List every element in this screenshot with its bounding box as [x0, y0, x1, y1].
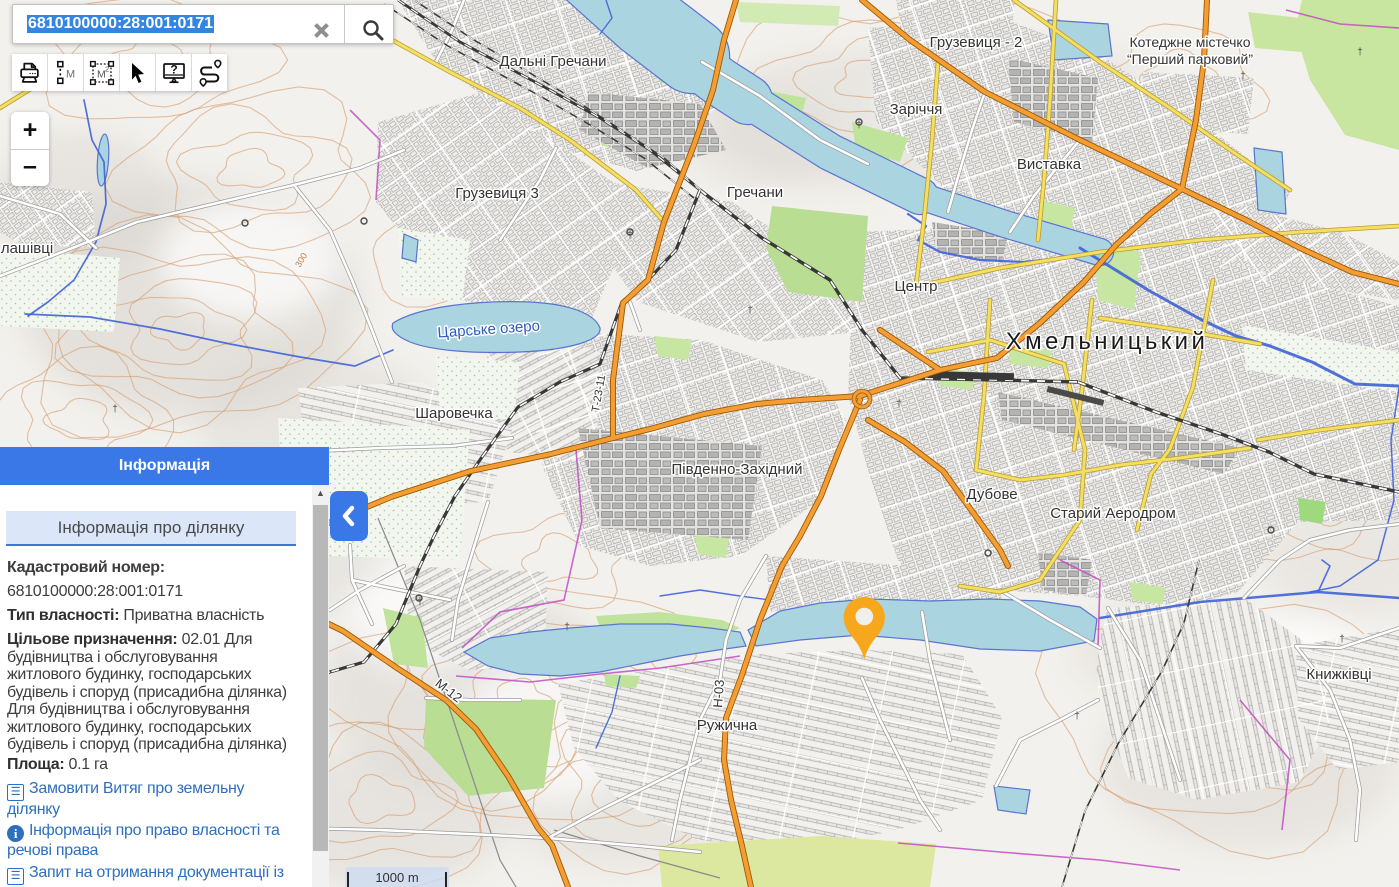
svg-text:Дальні Гречани: Дальні Гречани	[499, 53, 606, 70]
svg-text:†: †	[1357, 47, 1363, 58]
svg-text:Виставка: Виставка	[1017, 156, 1082, 173]
svg-text:Грузевиця - 2: Грузевиця - 2	[930, 34, 1023, 51]
svg-text:M: M	[66, 69, 75, 81]
svg-text:Книжківці: Книжківці	[1306, 666, 1371, 683]
svg-text:†: †	[112, 404, 118, 415]
svg-text:Гречани: Гречани	[727, 184, 783, 201]
svg-text:†: †	[747, 305, 753, 316]
svg-text:Ружична: Ружична	[697, 717, 758, 734]
svg-text:2: 2	[105, 64, 109, 73]
svg-text:Хмельницький: Хмельницький	[1006, 328, 1209, 355]
svg-text:†: †	[1240, 71, 1246, 82]
svg-text:Н-03: Н-03	[710, 679, 727, 708]
svg-text:Котеджне містечко: Котеджне містечко	[1130, 34, 1251, 50]
svg-text:?: ?	[170, 62, 177, 76]
svg-text:Заріччя: Заріччя	[890, 101, 943, 118]
svg-text:†: †	[564, 622, 570, 633]
svg-text:Старий Аеродром: Старий Аеродром	[1050, 505, 1176, 522]
svg-text:Дубове: Дубове	[966, 486, 1017, 503]
svg-text:Центр: Центр	[895, 278, 938, 295]
svg-text:†: †	[896, 399, 902, 410]
svg-text:†: †	[1074, 711, 1080, 722]
svg-text:Грузевиця 3: Грузевиця 3	[455, 185, 539, 202]
svg-text:Шаровечка: Шаровечка	[415, 405, 493, 422]
svg-text:“Перший парковий”: “Перший парковий”	[1127, 51, 1253, 67]
svg-text:лашівці: лашівці	[1, 240, 53, 257]
svg-text:Південно-Західний: Південно-Західний	[672, 461, 803, 478]
svg-text:†: †	[1339, 634, 1345, 645]
